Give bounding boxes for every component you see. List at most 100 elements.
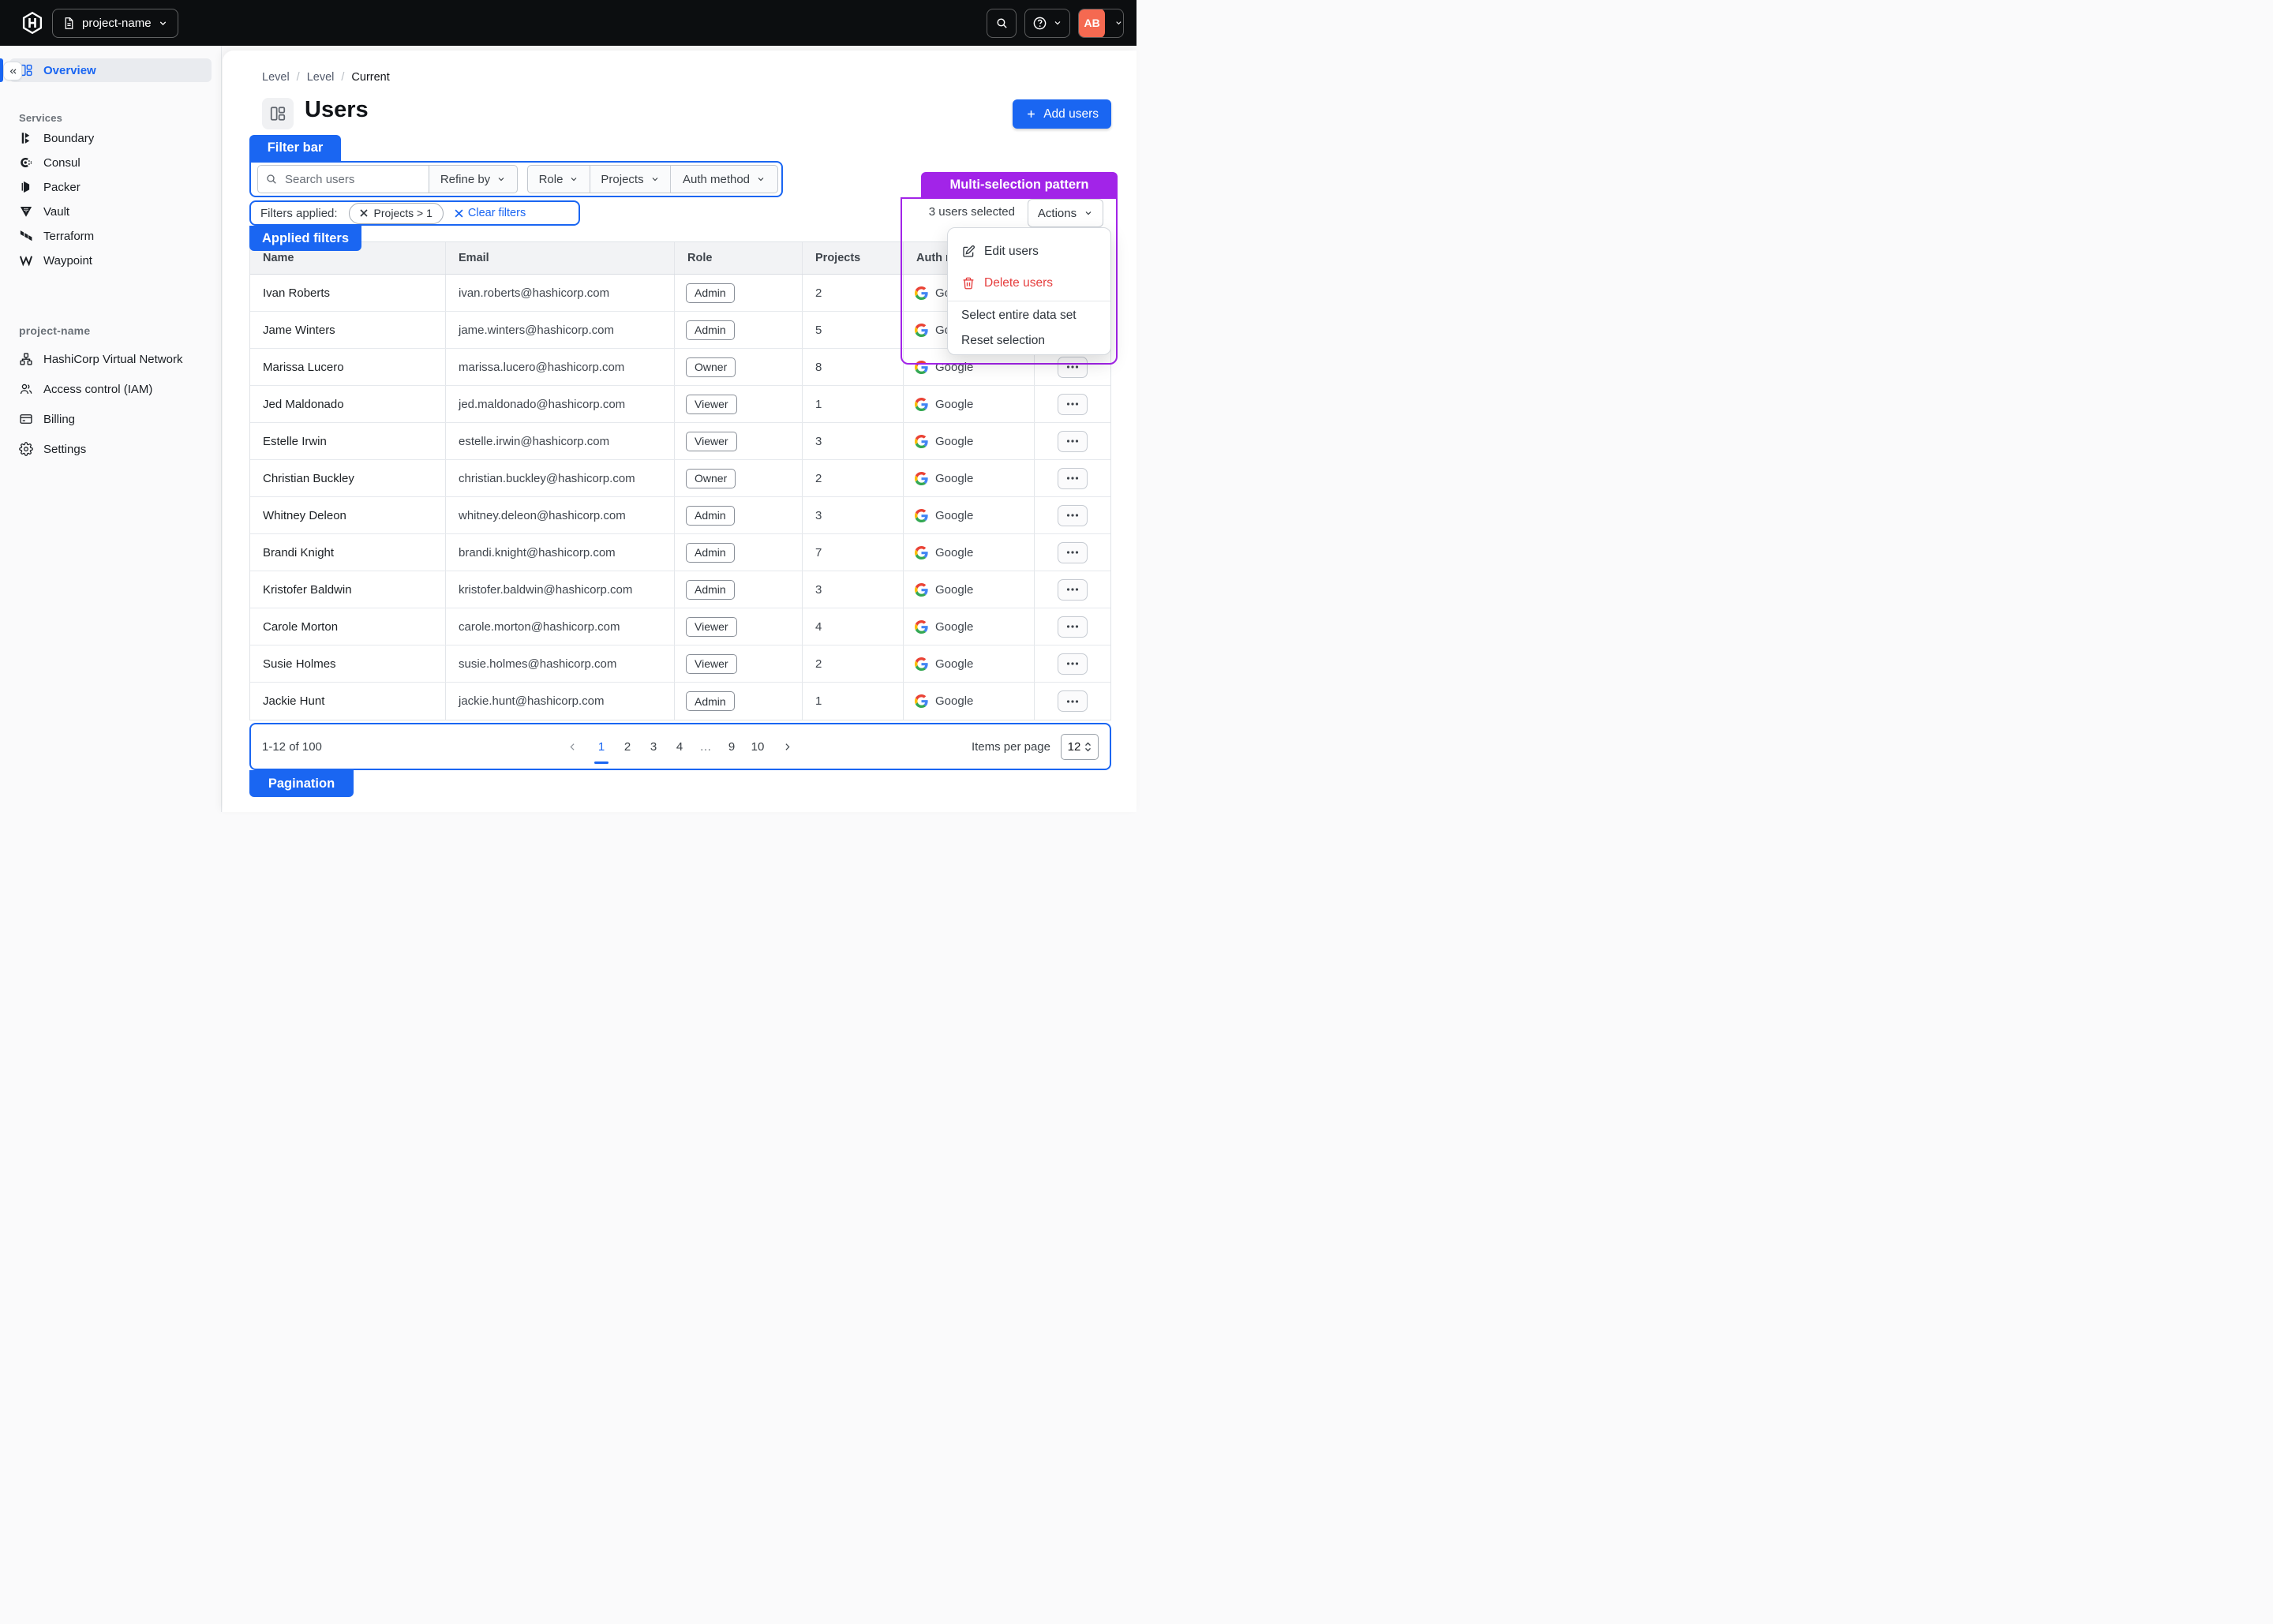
pagination-page-1[interactable]: 1	[594, 735, 609, 758]
sidebar-item-hvn[interactable]: HashiCorp Virtual Network	[9, 346, 212, 372]
table-row: Christian Buckley christian.buckley@hash…	[250, 460, 1110, 497]
cell-projects: 2	[802, 645, 903, 682]
chevron-right-icon	[782, 742, 792, 752]
row-actions-button[interactable]	[1058, 579, 1088, 601]
projects-filter-dropdown[interactable]: Projects	[590, 166, 670, 193]
sidebar-item-boundary[interactable]: Boundary	[9, 126, 212, 150]
cell-name: Carole Morton	[250, 608, 445, 645]
pagination-pages: 1 2 3 4 … 9 10	[561, 723, 798, 770]
pagination-page-9[interactable]: 9	[724, 735, 740, 758]
role-badge: Viewer	[686, 395, 737, 414]
global-search-button[interactable]	[987, 9, 1017, 38]
filter-chip-projects[interactable]: Projects > 1	[349, 203, 444, 224]
pagination-page-2[interactable]: 2	[620, 735, 635, 758]
menu-item-reset-selection[interactable]: Reset selection	[948, 328, 1110, 354]
clear-filters-link[interactable]: Clear filters	[455, 207, 526, 219]
breadcrumb-level-1[interactable]: Level	[262, 71, 290, 84]
google-icon	[915, 583, 928, 597]
pagination-next-button[interactable]	[776, 735, 798, 758]
column-header-role[interactable]: Role	[674, 242, 802, 274]
items-per-page-control: Items per page 12	[972, 723, 1099, 770]
sidebar-item-packer[interactable]: Packer	[9, 175, 212, 199]
pagination-range: 1-12 of 100	[262, 723, 322, 770]
google-icon	[915, 398, 928, 411]
sidebar-item-label: Access control (IAM)	[43, 383, 152, 396]
search-icon	[995, 17, 1009, 30]
menu-item-edit-users[interactable]: Edit users	[948, 236, 1110, 268]
project-switcher[interactable]: project-name	[52, 9, 178, 38]
google-icon	[915, 324, 928, 337]
ellipsis-icon	[1066, 550, 1079, 555]
search-input[interactable]	[257, 165, 429, 193]
account-menu-button[interactable]: AB	[1078, 9, 1124, 38]
column-header-email[interactable]: Email	[445, 242, 674, 274]
network-icon	[19, 352, 33, 366]
applied-filters-row: Filters applied: Projects > 1 Clear filt…	[260, 200, 526, 226]
pagination-prev-button[interactable]	[561, 735, 583, 758]
cell-email: jed.maldonado@hashicorp.com	[445, 386, 674, 422]
role-badge: Admin	[686, 691, 735, 711]
sidebar-item-consul[interactable]: Consul	[9, 151, 212, 174]
waypoint-icon	[19, 253, 33, 268]
cell-auth-method: Google	[903, 497, 1034, 533]
cell-role: Admin	[674, 683, 802, 720]
close-icon	[360, 209, 368, 217]
help-circle-icon	[1032, 16, 1047, 31]
row-actions-button[interactable]	[1058, 505, 1088, 526]
sidebar-item-access-control[interactable]: Access control (IAM)	[9, 376, 212, 402]
table-row: Jackie Hunt jackie.hunt@hashicorp.com Ad…	[250, 683, 1110, 720]
sidebar-item-label: Packer	[43, 181, 81, 194]
row-actions-button[interactable]	[1058, 653, 1088, 675]
sidebar-item-vault[interactable]: Vault	[9, 200, 212, 223]
sidebar-item-billing[interactable]: Billing	[9, 406, 212, 432]
cell-email: whitney.deleon@hashicorp.com	[445, 497, 674, 533]
cell-name: Brandi Knight	[250, 534, 445, 571]
help-menu-button[interactable]	[1024, 9, 1070, 38]
cell-name: Christian Buckley	[250, 460, 445, 496]
sidebar-item-settings[interactable]: Settings	[9, 436, 212, 462]
row-actions-button[interactable]	[1058, 431, 1088, 452]
items-per-page-label: Items per page	[972, 740, 1050, 754]
add-users-label: Add users	[1043, 107, 1099, 122]
sidebar-item-terraform[interactable]: Terraform	[9, 224, 212, 248]
menu-item-select-entire-data-set[interactable]: Select entire data set	[948, 303, 1110, 328]
sidebar-item-overview[interactable]: Overview	[9, 58, 212, 82]
chevron-down-icon	[756, 174, 766, 184]
breadcrumb-current: Current	[351, 71, 389, 84]
items-per-page-select[interactable]: 12	[1061, 734, 1099, 760]
row-actions-button[interactable]	[1058, 616, 1088, 638]
sidebar-collapse-button[interactable]	[3, 62, 22, 80]
sidebar-item-waypoint[interactable]: Waypoint	[9, 249, 212, 272]
cell-actions	[1034, 571, 1110, 608]
ellipsis-icon	[1066, 587, 1079, 592]
auth-method-filter-dropdown[interactable]: Auth method	[670, 166, 777, 193]
refine-by-dropdown[interactable]: Refine by	[429, 165, 518, 193]
row-actions-button[interactable]	[1058, 394, 1088, 415]
sidebar-section-services: Services	[19, 112, 208, 124]
pagination-page-4[interactable]: 4	[672, 735, 687, 758]
annotation-pagination: Pagination	[249, 770, 354, 797]
cell-role: Admin	[674, 312, 802, 348]
actions-dropdown-button[interactable]: Actions	[1028, 199, 1103, 227]
row-actions-button[interactable]	[1058, 690, 1088, 712]
add-users-button[interactable]: Add users	[1013, 99, 1111, 129]
row-actions-button[interactable]	[1058, 468, 1088, 489]
sidebar-item-label: Consul	[43, 156, 81, 170]
pagination-page-3[interactable]: 3	[646, 735, 661, 758]
row-actions-button[interactable]	[1058, 357, 1088, 378]
table-row: Jed Maldonado jed.maldonado@hashicorp.co…	[250, 386, 1110, 423]
breadcrumb-level-2[interactable]: Level	[307, 71, 335, 84]
google-icon	[915, 509, 928, 522]
role-filter-dropdown[interactable]: Role	[528, 166, 590, 193]
ellipsis-icon	[1066, 624, 1079, 629]
google-icon	[915, 435, 928, 448]
menu-item-delete-users[interactable]: Delete users	[948, 268, 1110, 299]
role-badge: Admin	[686, 506, 735, 526]
cell-projects: 7	[802, 534, 903, 571]
google-icon	[915, 620, 928, 634]
row-actions-button[interactable]	[1058, 542, 1088, 563]
sidebar-item-label: Billing	[43, 413, 75, 426]
column-header-projects[interactable]: Projects	[802, 242, 903, 274]
pagination-page-10[interactable]: 10	[750, 735, 766, 758]
cell-role: Admin	[674, 497, 802, 533]
